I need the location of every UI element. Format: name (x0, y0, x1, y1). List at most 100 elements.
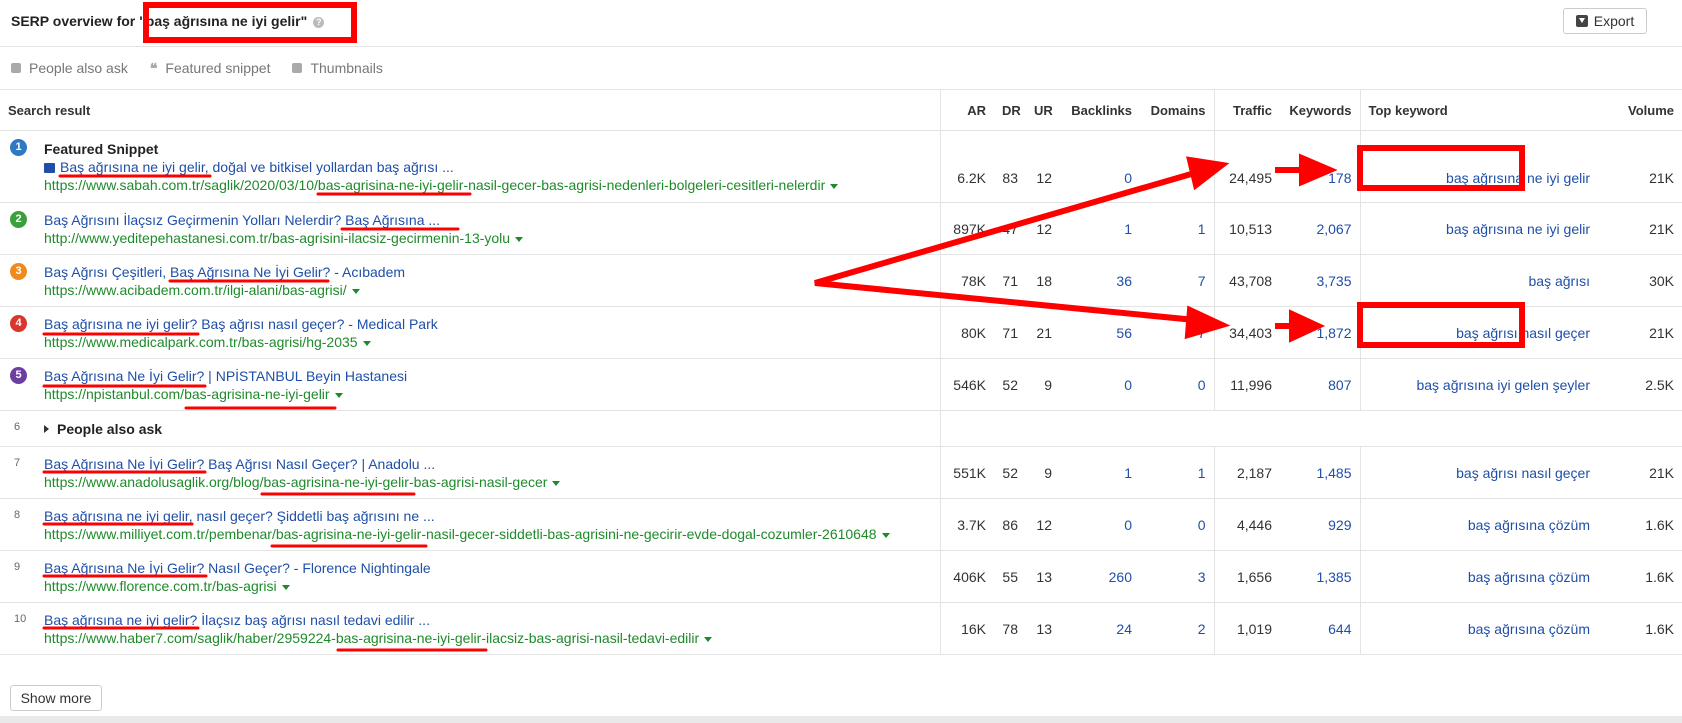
result-cell: 7 Baş Ağrısına Ne İyi Gelir? Baş Ağrısı … (0, 446, 941, 499)
expand-triangle-icon[interactable] (44, 424, 49, 433)
help-icon[interactable]: ? (313, 17, 325, 28)
keywords-link[interactable]: 1,385 (1280, 550, 1361, 603)
result-title-link[interactable]: Baş ağrısına ne iyi gelir, nasıl geçer? … (44, 508, 435, 524)
backlinks-link[interactable]: 260 (1060, 550, 1140, 603)
chevron-down-icon[interactable] (281, 584, 290, 590)
result-cell: 6 People also ask (0, 410, 941, 447)
col-traffic[interactable]: Traffic (1214, 90, 1280, 131)
serp-table: Search result AR DR UR Backlinks Domains… (0, 90, 1682, 655)
keywords-link[interactable]: 178 (1280, 130, 1361, 203)
col-keywords[interactable]: Keywords (1280, 90, 1361, 131)
result-url-link[interactable]: https://www.anadolusaglik.org/blog/bas-a… (44, 474, 547, 490)
keywords-link[interactable]: 2,067 (1280, 202, 1361, 255)
top-keyword-link[interactable]: baş ağrısına iyi gelen şeyler (1360, 358, 1598, 411)
backlinks-link[interactable]: 0 (1060, 130, 1140, 203)
chevron-down-icon[interactable] (830, 183, 839, 189)
chevron-down-icon[interactable] (881, 532, 890, 538)
domains-link[interactable]: 7 (1140, 306, 1215, 359)
col-search-result[interactable]: Search result (0, 90, 941, 131)
chevron-down-icon[interactable] (362, 340, 371, 346)
backlinks-link[interactable]: 0 (1060, 358, 1140, 411)
col-ar[interactable]: AR (940, 90, 994, 131)
result-url-link[interactable]: http://www.yeditepehastanesi.com.tr/bas-… (44, 230, 510, 246)
volume-cell: 1.6K (1598, 498, 1682, 551)
traffic-cell: 11,996 (1214, 358, 1280, 411)
top-keyword-link[interactable]: baş ağrısına ne iyi gelir (1360, 130, 1598, 203)
export-button[interactable]: Export (1563, 8, 1647, 34)
chevron-down-icon[interactable] (334, 392, 343, 398)
result-url-link[interactable]: https://www.acibadem.com.tr/ilgi-alani/b… (44, 282, 347, 298)
show-more-button[interactable]: Show more (10, 685, 102, 711)
people-also-ask-label[interactable]: People also ask (57, 421, 162, 437)
col-top-keyword[interactable]: Top keyword (1360, 90, 1598, 131)
top-keyword-link[interactable]: baş ağrısına çözüm (1360, 550, 1598, 603)
result-title-link[interactable]: Baş Ağrısını İlaçsız Geçirmenin Yolları … (44, 212, 440, 228)
domains-link[interactable]: 0 (1140, 358, 1215, 411)
keywords-link[interactable]: 644 (1280, 602, 1361, 655)
result-url-link[interactable]: https://www.haber7.com/saglik/haber/2959… (44, 630, 699, 646)
top-keyword-link[interactable]: baş ağrısı nasıl geçer (1360, 446, 1598, 499)
domains-link[interactable]: 0 (1140, 498, 1215, 551)
col-backlinks[interactable]: Backlinks (1060, 90, 1140, 131)
result-url-link[interactable]: https://www.medicalpark.com.tr/bas-agris… (44, 334, 358, 350)
people-also-ask-row[interactable]: 6 People also ask (0, 410, 1682, 447)
top-keyword-link[interactable]: baş ağrısına ne iyi gelir (1360, 202, 1598, 255)
feature-label: Featured snippet (165, 60, 271, 76)
top-keyword-link[interactable]: baş ağrısı (1360, 254, 1598, 307)
result-url-link[interactable]: https://www.sabah.com.tr/saglik/2020/03/… (44, 177, 825, 193)
dr-cell: 52 (994, 446, 1026, 499)
feature-thumbnails: Thumbnails (292, 60, 383, 76)
ar-cell: 546K (940, 358, 994, 411)
chevron-down-icon[interactable] (704, 636, 713, 642)
image-icon (292, 63, 303, 73)
feature-featured-snippet: ❝ Featured snippet (150, 60, 271, 77)
result-title-link[interactable]: Baş ağrısına ne iyi gelir, doğal ve bitk… (60, 159, 454, 175)
keywords-link[interactable]: 807 (1280, 358, 1361, 411)
top-keyword-link[interactable]: baş ağrısına çözüm (1360, 498, 1598, 551)
backlinks-link[interactable]: 56 (1060, 306, 1140, 359)
backlinks-link[interactable]: 24 (1060, 602, 1140, 655)
ar-cell: 897K (940, 202, 994, 255)
ar-cell: 16K (940, 602, 994, 655)
chevron-down-icon[interactable] (552, 480, 561, 486)
dr-cell: 71 (994, 306, 1026, 359)
domains-link[interactable]: 3 (1140, 550, 1215, 603)
result-cell: 3 Baş Ağrısı Çeşitleri, Baş Ağrısına Ne … (0, 254, 941, 307)
chevron-down-icon[interactable] (351, 288, 360, 294)
backlinks-link[interactable]: 1 (1060, 202, 1140, 255)
keywords-link[interactable]: 1,485 (1280, 446, 1361, 499)
ur-cell: 21 (1026, 306, 1060, 359)
domains-link[interactable]: 0 (1140, 130, 1215, 203)
keywords-link[interactable]: 929 (1280, 498, 1361, 551)
backlinks-link[interactable]: 0 (1060, 498, 1140, 551)
domains-link[interactable]: 2 (1140, 602, 1215, 655)
keywords-link[interactable]: 1,872 (1280, 306, 1361, 359)
backlinks-link[interactable]: 36 (1060, 254, 1140, 307)
top-keyword-link[interactable]: baş ağrısına çözüm (1360, 602, 1598, 655)
result-cell: 8 Baş ağrısına ne iyi gelir, nasıl geçer… (0, 498, 941, 551)
col-domains[interactable]: Domains (1140, 90, 1215, 131)
col-ur[interactable]: UR (1026, 90, 1060, 131)
result-url-link[interactable]: https://www.milliyet.com.tr/pembenar/bas… (44, 526, 877, 542)
result-title-link[interactable]: Baş Ağrısına Ne İyi Gelir? Nasıl Geçer? … (44, 560, 431, 576)
domains-link[interactable]: 1 (1140, 202, 1215, 255)
domains-link[interactable]: 1 (1140, 446, 1215, 499)
result-url-link[interactable]: https://www.florence.com.tr/bas-agrisi (44, 578, 277, 594)
result-title-link[interactable]: Baş Ağrısına Ne İyi Gelir? | NPİSTANBUL … (44, 368, 407, 384)
dr-cell: 71 (994, 254, 1026, 307)
result-title-link[interactable]: Baş Ağrısı Çeşitleri, Baş Ağrısına Ne İy… (44, 264, 405, 280)
result-title-link[interactable]: Baş Ağrısına Ne İyi Gelir? Baş Ağrısı Na… (44, 456, 435, 472)
domains-link[interactable]: 7 (1140, 254, 1215, 307)
col-volume[interactable]: Volume (1598, 90, 1682, 131)
top-keyword-link[interactable]: baş ağrısı nasıl geçer (1360, 306, 1598, 359)
result-title-link[interactable]: Baş ağrısına ne iyi gelir? Baş ağrısı na… (44, 316, 438, 332)
backlinks-link[interactable]: 1 (1060, 446, 1140, 499)
table-row: 4 Baş ağrısına ne iyi gelir? Baş ağrısı … (0, 306, 1682, 359)
result-url-link[interactable]: https://npistanbul.com/bas-agrisina-ne-i… (44, 386, 330, 402)
col-dr[interactable]: DR (994, 90, 1026, 131)
keywords-link[interactable]: 3,735 (1280, 254, 1361, 307)
chevron-down-icon[interactable] (515, 236, 524, 242)
page-title: SERP overview for "baş ağrısına ne iyi g… (11, 13, 325, 29)
serp-features-bar: People also ask ❝ Featured snippet Thumb… (0, 47, 1682, 90)
result-title-link[interactable]: Baş ağrısına ne iyi gelir? İlaçsız baş a… (44, 612, 430, 628)
